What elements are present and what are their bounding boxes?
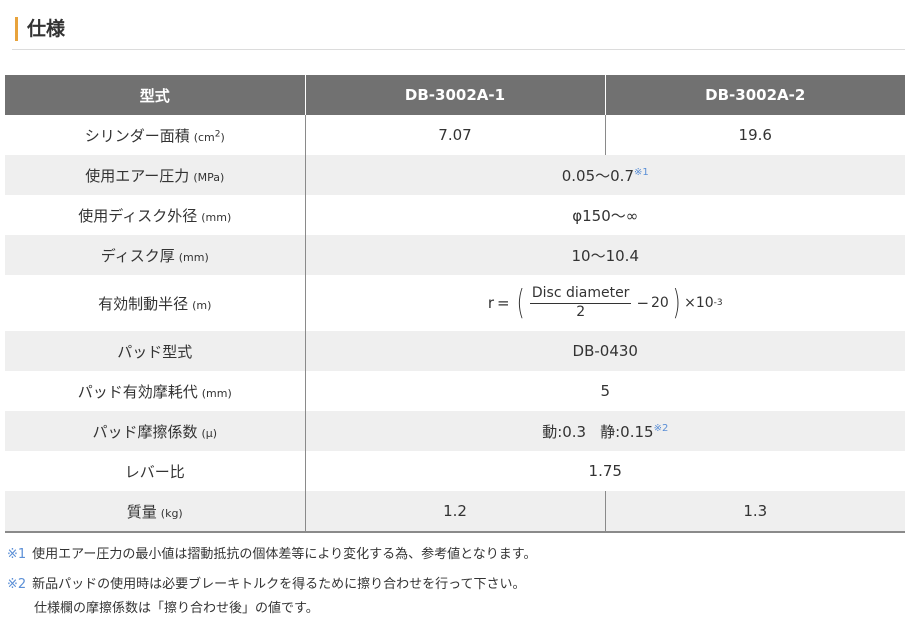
footnote-1: ※1 使用エアー圧力の最小値は摺動抵抗の個体差等により変化する為、参考値となります…: [7, 545, 907, 565]
row-air-pressure: 使用エアー圧力 (MPa) 0.05〜0.7※1: [5, 155, 905, 195]
note-mark: ※1: [7, 547, 27, 562]
cell-formula: r = ( Disc diameter 2 − 20 ) ×10 -3: [305, 275, 905, 331]
cell-value: 5: [600, 382, 611, 400]
cell-value: 1.75: [588, 462, 622, 480]
section-title: 仕様: [27, 18, 66, 40]
row-label: 有効制動半径 (m): [5, 275, 306, 331]
footnote-continuation: 仕様欄の摩擦係数は「擦り合わせ後」の値です。: [34, 601, 319, 616]
note-mark: ※1: [634, 166, 649, 178]
row-disc-thickness: ディスク厚 (mm) 10〜10.4: [5, 235, 905, 275]
formula-fraction: Disc diameter 2: [529, 285, 632, 320]
unit: (mm): [201, 210, 232, 224]
row-label: 使用ディスク外径 (mm): [5, 195, 306, 235]
cell-value: 1.2: [305, 491, 606, 533]
row-lever-ratio: レバー比 1.75: [5, 451, 905, 491]
row-pad-wear: パッド有効摩耗代 (mm) 5: [5, 371, 905, 411]
cell-value: 0.05〜0.7※1: [305, 155, 905, 195]
footnotes: ※1 使用エアー圧力の最小値は摺動抵抗の個体差等により変化する為、参考値となります…: [7, 545, 907, 619]
section-accent-bar: [15, 17, 18, 41]
cell-value: 10〜10.4: [305, 235, 905, 275]
row-label: 質量 (kg): [5, 491, 306, 533]
cell-value: 19.6: [738, 126, 772, 144]
row-label: ディスク厚 (mm): [5, 235, 306, 275]
footnote-text: 新品パッドの使用時は必要ブレーキトルクを得るために擦り合わせを行って下さい。: [32, 577, 526, 592]
row-label: 使用エアー圧力 (MPa): [5, 155, 306, 195]
row-label: パッド摩擦係数 (μ): [5, 411, 306, 451]
footnote-text: 使用エアー圧力の最小値は摺動抵抗の個体差等により変化する為、参考値となります。: [32, 547, 537, 562]
radius-formula: r = ( Disc diameter 2 − 20 ) ×10 -3: [487, 283, 723, 323]
header-model-1: DB-3002A-1: [304, 75, 605, 115]
row-pad-model: パッド型式 DB-0430: [5, 331, 905, 371]
unit: (μ): [201, 426, 218, 440]
row-disc-diameter: 使用ディスク外径 (mm) φ150〜∞: [5, 195, 905, 235]
row-mass: 質量 (kg) 1.2 1.3: [5, 491, 905, 533]
note-mark: ※2: [7, 577, 27, 592]
row-braking-radius: 有効制動半径 (m) r = ( Disc diameter 2 − 20 ) ×…: [5, 275, 905, 331]
row-label: パッド有効摩耗代 (mm): [5, 371, 306, 411]
unit: (cm2): [193, 128, 225, 144]
table-header-row: 型式 DB-3002A-1 DB-3002A-2: [5, 75, 905, 115]
unit: (mm): [178, 250, 209, 264]
section-header: 仕様: [12, 14, 905, 50]
header-model: 型式: [5, 75, 305, 115]
note-mark: ※2: [653, 422, 669, 434]
cell-value: 1.3: [605, 491, 905, 533]
cell-value: φ150〜∞: [572, 206, 639, 225]
unit: (mm): [201, 386, 232, 400]
unit: (MPa): [193, 170, 225, 184]
row-pad-friction: パッド摩擦係数 (μ) 動:0.3 静:0.15※2: [5, 411, 905, 451]
unit: (kg): [160, 506, 183, 520]
footnote-2: ※2 新品パッドの使用時は必要ブレーキトルクを得るために擦り合わせを行って下さい。…: [7, 575, 907, 619]
row-label: レバー比: [5, 451, 306, 491]
row-label: シリンダー面積 (cm2): [5, 115, 306, 155]
header-model-2: DB-3002A-2: [604, 75, 905, 115]
row-label: パッド型式: [5, 331, 306, 371]
spec-table: 型式 DB-3002A-1 DB-3002A-2 シリンダー面積 (cm2) 7.…: [5, 75, 905, 533]
cell-value: 7.07: [305, 115, 606, 155]
cell-value: DB-0430: [305, 331, 905, 371]
cell-value: 動:0.3 静:0.15※2: [305, 411, 905, 451]
unit: (m): [192, 298, 212, 312]
row-cylinder-area: シリンダー面積 (cm2) 7.07 19.6: [5, 115, 905, 155]
